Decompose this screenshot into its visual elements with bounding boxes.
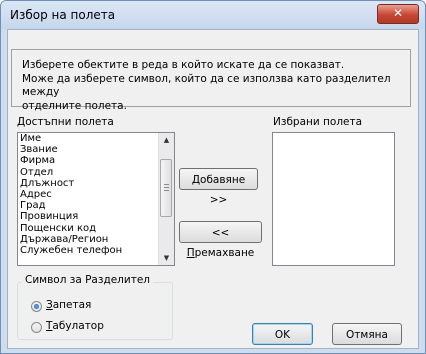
comma-radio[interactable] [31,301,42,312]
scroll-up-icon[interactable]: ▲ [159,133,174,147]
scroll-down-icon[interactable]: ▼ [159,251,174,265]
remove-button[interactable]: << Премахване [179,221,262,259]
info-text: Изберете обектите в реда в който искате … [22,59,402,113]
scroll-thumb[interactable] [160,159,172,217]
list-item[interactable]: Служебен телефон [18,245,158,256]
add-button[interactable]: Добавяне >> [179,168,258,206]
selected-fields-label: Избрани полета [273,116,363,128]
list-item[interactable]: Фирма [18,155,158,166]
dialog-window: Избор на полета ✕ Изберете обектите в ре… [0,0,426,354]
list-item[interactable]: Име [18,133,158,144]
list-item[interactable]: Звание [18,144,158,155]
available-fields-label: Достъпни полета [17,116,114,128]
list-item[interactable]: Длъжност [18,178,158,189]
available-fields-scrollbar[interactable]: ▲ ▼ [158,133,174,265]
cancel-button[interactable]: Отмяна [332,323,402,345]
ok-button[interactable]: OK [252,323,313,345]
info-line-1: Изберете обектите в реда в който искате … [22,59,345,71]
separator-group-title: Символ за Разделител [22,274,153,286]
comma-label[interactable]: Запетая [46,299,91,311]
list-item[interactable]: Пощенски код [18,223,158,234]
info-line-2: Може да изберете символ, който да се изп… [22,72,391,99]
dialog-content: Изберете обектите в реда в който искате … [7,29,419,349]
list-item[interactable]: Адрес [18,189,158,200]
info-panel: Изберете обектите в реда в който искате … [11,49,411,112]
info-line-3: отделните полета. [22,99,127,112]
tab-label[interactable]: Табулатор [46,320,104,332]
close-button[interactable]: ✕ [377,4,419,24]
selected-fields-list[interactable] [272,132,395,266]
list-item[interactable]: Държава/Регион [18,234,158,245]
list-item[interactable]: Отдел [18,167,158,178]
tab-radio[interactable] [31,322,42,333]
window-title: Избор на полета [10,8,116,22]
title-bar[interactable]: Избор на полета ✕ [1,1,425,29]
grip-icon [164,184,169,191]
list-item[interactable]: Провинция [18,211,158,222]
list-item[interactable]: Град [18,200,158,211]
available-fields-list[interactable]: Име Звание Фирма Отдел Длъжност Адрес Град Пров… [17,132,175,266]
